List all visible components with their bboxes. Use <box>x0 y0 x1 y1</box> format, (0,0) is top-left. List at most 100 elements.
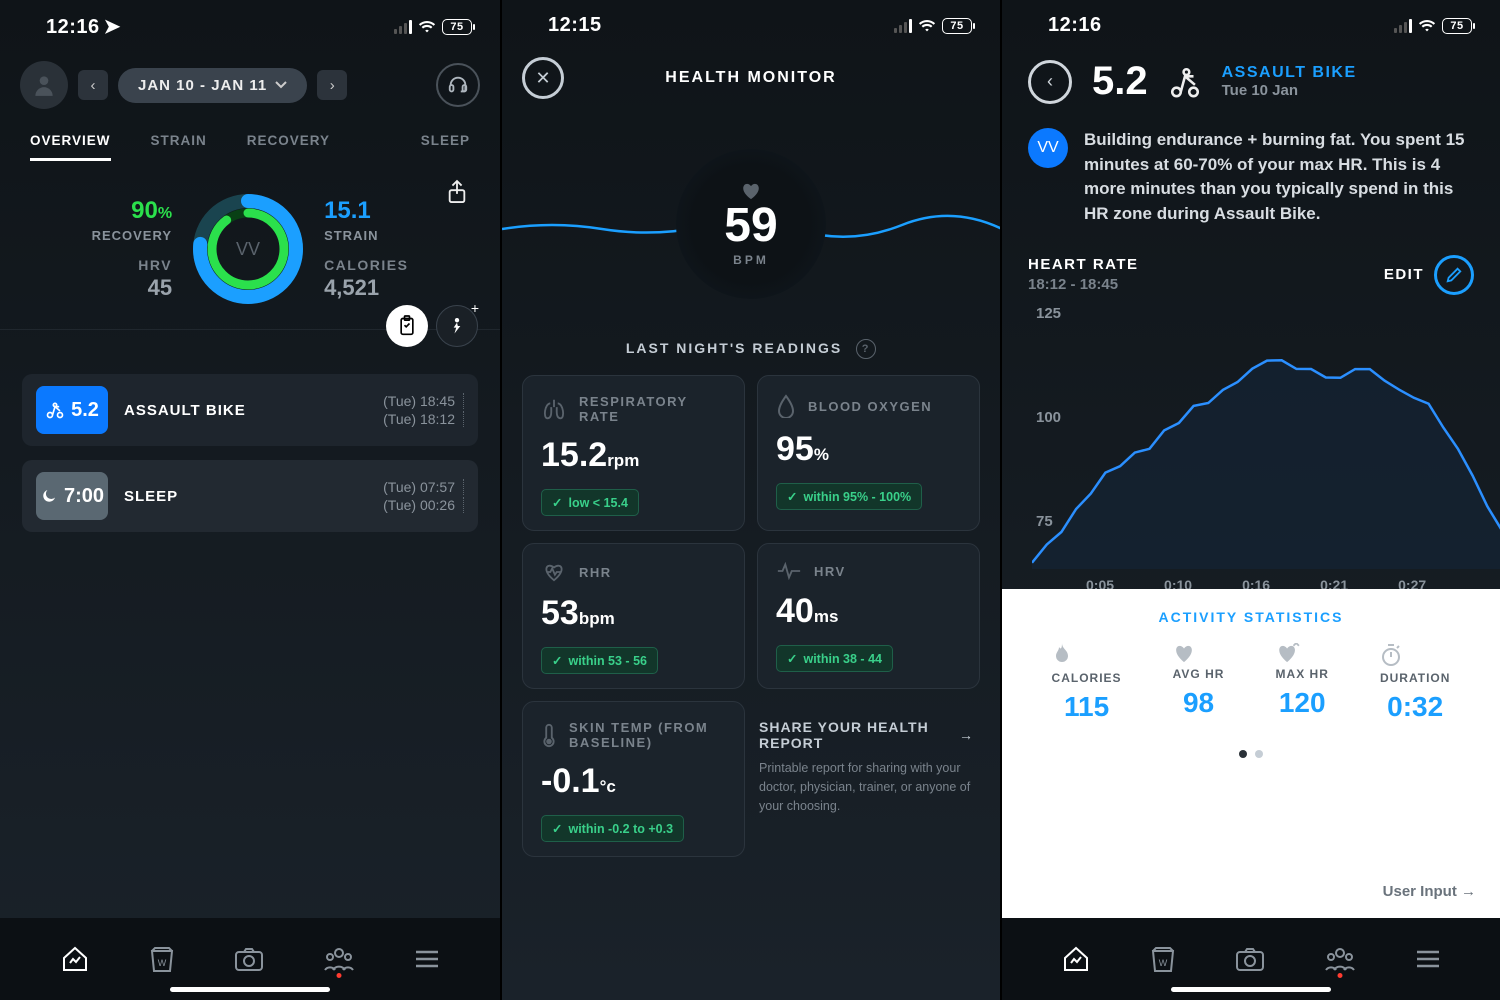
tab-recovery[interactable]: RECOVERY <box>247 133 330 161</box>
status-time: 12:15 <box>548 14 602 37</box>
bike-icon <box>1168 65 1202 99</box>
hr-title: HEART RATE <box>1028 256 1139 273</box>
heart-icon <box>1173 643 1225 663</box>
add-activity-button[interactable]: + <box>436 305 478 347</box>
clipboard-button[interactable] <box>386 305 428 347</box>
activity-times: (Tue) 18:45 (Tue) 18:12 <box>383 391 464 429</box>
y-tick: 125 <box>1036 305 1061 322</box>
page-title: HEALTH MONITOR <box>522 69 980 87</box>
screen-activity-detail: 12:16 75 ‹ 5.2 ASSAULT BIKE Tue 10 Jan V… <box>1000 0 1500 1000</box>
share-button[interactable] <box>446 179 468 205</box>
tab-strain[interactable]: STRAIN <box>151 133 207 161</box>
status-badge: ✓ low < 15.4 <box>541 489 639 516</box>
tab-sleep[interactable]: SLEEP <box>421 133 470 161</box>
nav-home[interactable] <box>1061 945 1091 973</box>
hr-chart[interactable]: 125 100 75 0:05 0:10 0:16 0:21 0:27 <box>1002 299 1500 589</box>
back-button[interactable]: ‹ <box>1028 60 1072 104</box>
status-time: 12:16 <box>1048 14 1102 37</box>
nav-menu[interactable] <box>414 949 440 969</box>
activity-item-bike[interactable]: 5.2 ASSAULT BIKE (Tue) 18:45 (Tue) 18:12 <box>22 374 478 446</box>
nav-menu[interactable] <box>1415 949 1441 969</box>
bike-icon <box>45 400 65 420</box>
activity-badge: 7:00 <box>36 472 108 520</box>
pager[interactable] <box>1026 745 1476 761</box>
date-prev-button[interactable]: ‹ <box>78 70 108 100</box>
nav-journal[interactable]: W <box>1150 945 1176 973</box>
stat-duration: DURATION 0:32 <box>1380 643 1450 723</box>
metric-hrv[interactable]: HRV 40ms ✓ within 38 - 44 <box>757 543 980 689</box>
activity-times: (Tue) 07:57 (Tue) 00:26 <box>383 477 464 515</box>
activity-item-sleep[interactable]: 7:00 SLEEP (Tue) 07:57 (Tue) 00:26 <box>22 460 478 532</box>
activity-badge: 5.2 <box>36 386 108 434</box>
battery-icon: 75 <box>942 18 972 34</box>
y-tick: 100 <box>1036 409 1061 426</box>
status-right: 75 <box>1394 18 1472 34</box>
avatar[interactable] <box>20 61 68 109</box>
nav-journal[interactable]: W <box>149 945 175 973</box>
metric-blood-oxygen[interactable]: BLOOD OXYGEN 95% ✓ within 95% - 100% <box>757 375 980 531</box>
home-indicator[interactable] <box>1171 987 1331 992</box>
flame-icon <box>1052 643 1122 667</box>
stat-calories: CALORIES 115 <box>1052 643 1122 723</box>
tab-overview[interactable]: OVERVIEW <box>30 133 111 161</box>
stat-avg-hr: AVG HR 98 <box>1173 643 1225 723</box>
nav-home[interactable] <box>60 945 90 973</box>
progress-ring[interactable]: VV <box>190 191 306 307</box>
cellular-icon <box>1394 19 1412 33</box>
date-next-button[interactable]: › <box>317 70 347 100</box>
calories-value: 4,521 <box>324 275 408 301</box>
lungs-icon <box>541 397 567 421</box>
status-bar: 12:16➤ 75 <box>0 0 500 43</box>
battery-icon: 75 <box>1442 18 1472 34</box>
droplet-icon <box>776 394 796 418</box>
metric-rhr[interactable]: RHR 53bpm ✓ within 53 - 56 <box>522 543 745 689</box>
pulse-icon <box>776 562 802 580</box>
divider: + <box>0 329 500 330</box>
nav-community[interactable] <box>323 946 355 972</box>
headset-icon <box>447 74 469 96</box>
status-bar: 12:16 75 <box>1002 0 1500 41</box>
activity-date: Tue 10 Jan <box>1222 82 1357 99</box>
status-right: 75 <box>394 19 472 35</box>
heart-pulse-icon <box>541 562 567 582</box>
logo-icon: VV <box>190 191 306 307</box>
user-input-link[interactable]: User Input → <box>1383 883 1476 900</box>
stats-title: ACTIVITY STATISTICS <box>1026 609 1476 625</box>
y-tick: 75 <box>1036 513 1053 530</box>
cellular-icon <box>394 20 412 34</box>
moon-icon <box>40 487 58 505</box>
activity-list: 5.2 ASSAULT BIKE (Tue) 18:45 (Tue) 18:12… <box>0 330 500 532</box>
support-button[interactable] <box>436 63 480 107</box>
pencil-icon <box>1445 266 1463 284</box>
summary-ring: 90% RECOVERY HRV 45 VV 15.1 STRAIN CALOR… <box>0 161 500 329</box>
metric-respiratory[interactable]: RESPIRATORY RATE 15.2rpm ✓ low < 15.4 <box>522 375 745 531</box>
bpm-value: 59 <box>724 198 777 253</box>
nav-camera[interactable] <box>1235 946 1265 972</box>
metric-grid: RESPIRATORY RATE 15.2rpm ✓ low < 15.4 BL… <box>502 375 1000 857</box>
home-indicator[interactable] <box>170 987 330 992</box>
nav-camera[interactable] <box>234 946 264 972</box>
header: ‹ JAN 10 - JAN 11 › <box>0 43 500 119</box>
recovery-summary: 90% RECOVERY HRV 45 <box>92 197 172 301</box>
thermometer-icon <box>541 722 557 748</box>
svg-text:W: W <box>158 958 167 968</box>
screen-health-monitor: 12:15 75 ✕ HEALTH MONITOR 59 BPM LAST NI… <box>500 0 1000 1000</box>
nav-community[interactable] <box>1324 946 1356 972</box>
location-icon: ➤ <box>104 16 121 38</box>
status-bar: 12:15 75 <box>502 0 1000 41</box>
metric-skin-temp[interactable]: SKIN TEMP (FROM BASELINE) -0.1°c ✓ withi… <box>522 701 745 857</box>
chevron-down-icon <box>275 81 287 89</box>
wifi-icon <box>418 20 436 34</box>
activity-score: 5.2 <box>1092 59 1148 104</box>
share-report[interactable]: SHARE YOUR HEALTH REPORT→ Printable repo… <box>757 701 980 857</box>
edit-label: EDIT <box>1384 266 1424 283</box>
edit-button[interactable] <box>1434 255 1474 295</box>
battery-icon: 75 <box>442 19 472 35</box>
hrv-value: 45 <box>92 275 172 301</box>
help-icon[interactable]: ? <box>856 339 876 359</box>
arrow-right-icon: → <box>959 727 974 743</box>
recovery-label: RECOVERY <box>92 228 172 243</box>
bpm-unit: BPM <box>733 253 769 267</box>
insight: VV Building endurance + burning fat. You… <box>1002 112 1500 233</box>
date-range-picker[interactable]: JAN 10 - JAN 11 <box>118 68 307 103</box>
